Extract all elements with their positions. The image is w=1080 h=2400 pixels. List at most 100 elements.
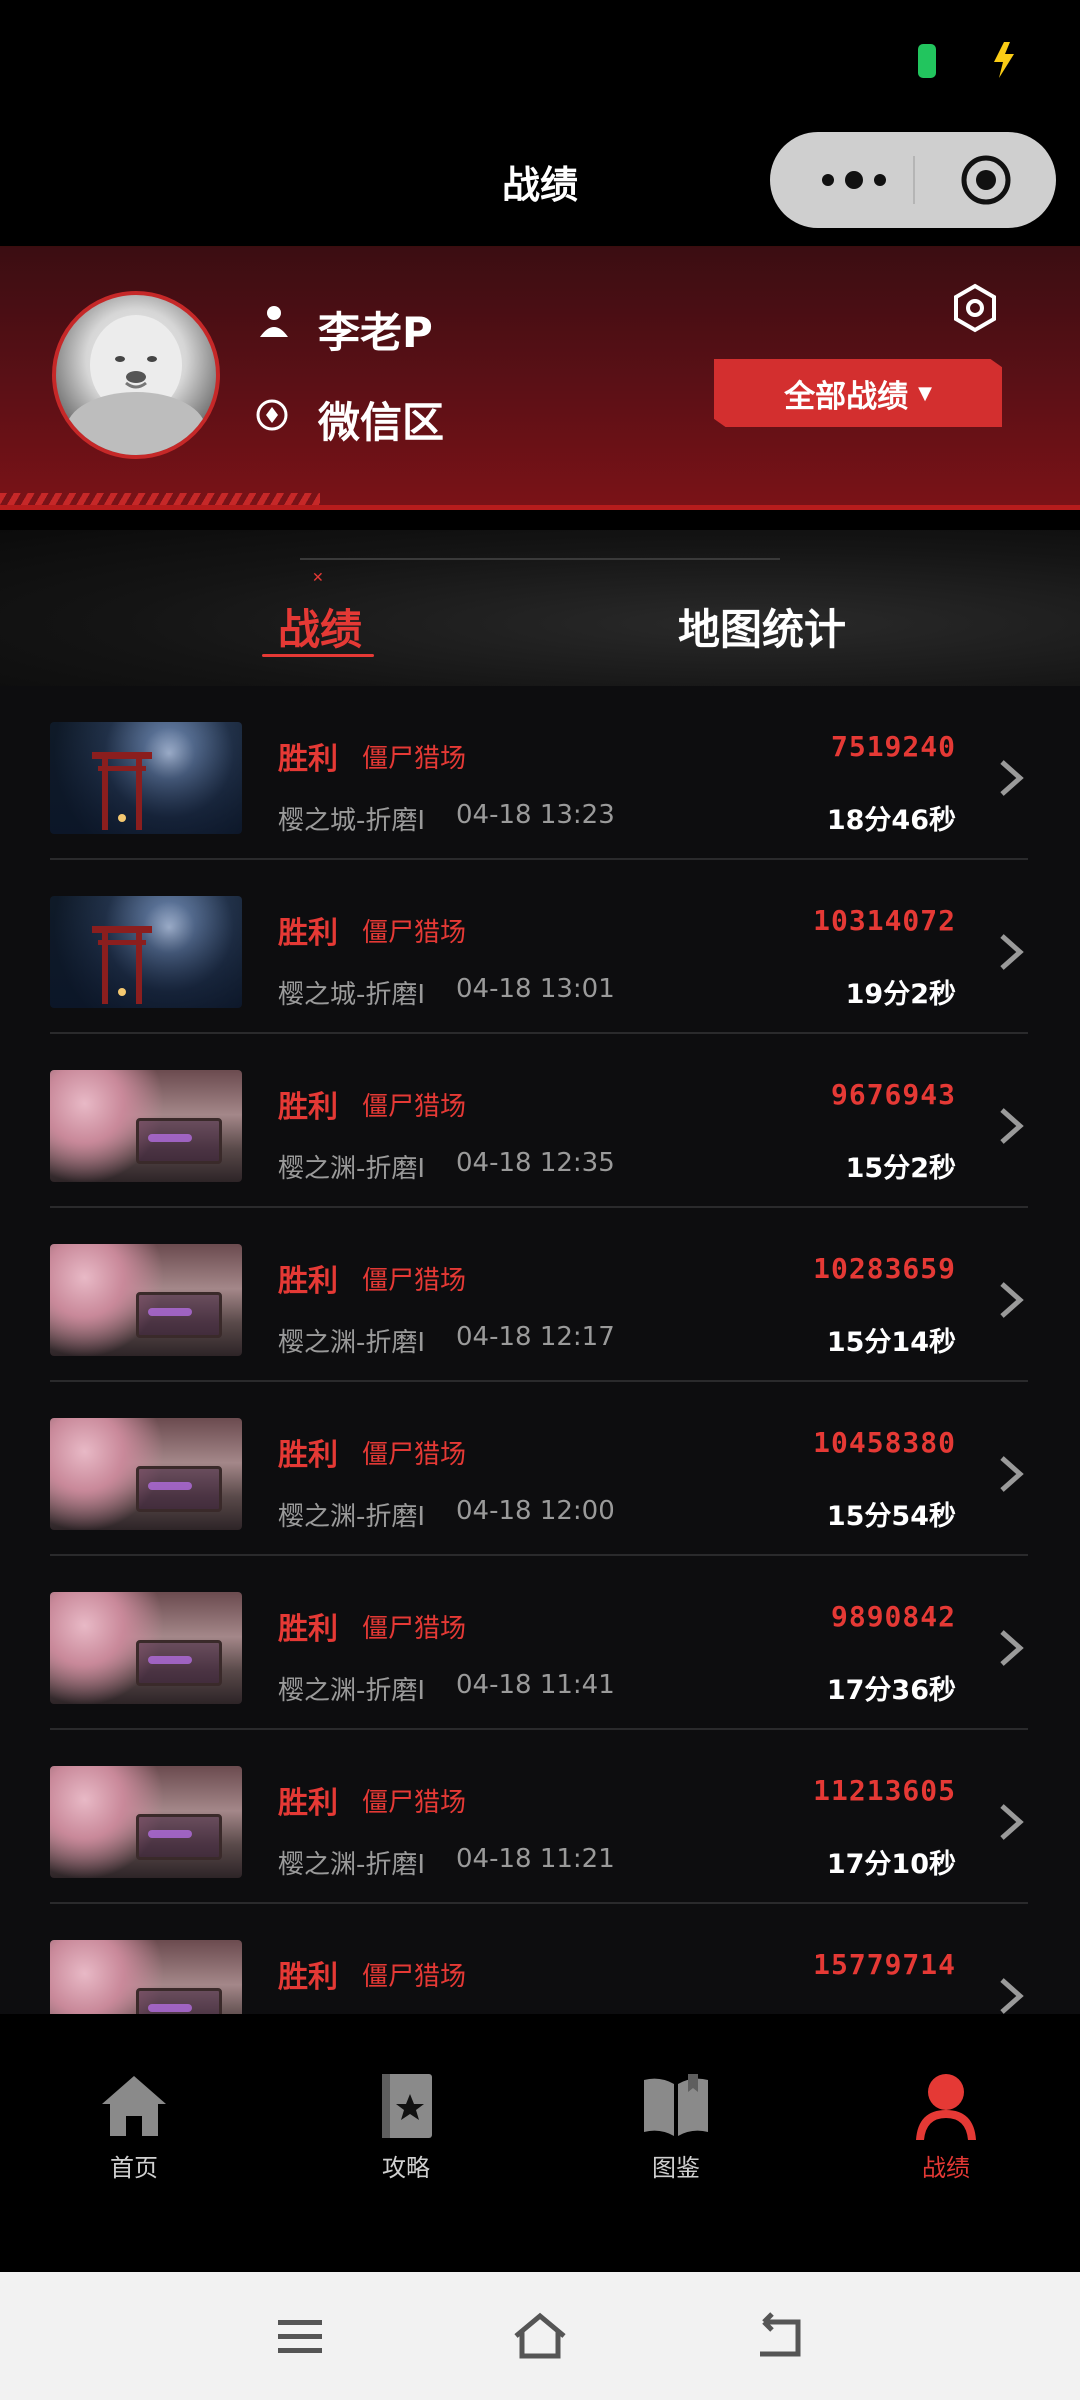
user-icon — [916, 2074, 976, 2140]
decorative-stripes — [0, 493, 320, 505]
bottom-navigation: 首页 攻略 图鉴 战绩 — [0, 2014, 1080, 2272]
chevron-right-icon[interactable] — [996, 1976, 1026, 2014]
record-item[interactable]: 胜利 僵尸猎场 樱之城-折磨I 04-18 13:01 10314072 19分2秒 — [0, 860, 1080, 1034]
map-thumbnail — [50, 1592, 242, 1704]
profile-panel: 李老P 微信区 全部战绩 ▼ — [0, 247, 1080, 510]
map-thumbnail — [50, 1418, 242, 1530]
game-mode: 僵尸猎场 — [362, 1962, 467, 1992]
map-name: 樱之渊-折磨I — [278, 1328, 426, 1358]
nav-guide-label: 攻略 — [382, 2154, 430, 2182]
record-item[interactable]: 胜利 僵尸猎场 樱之渊-折磨I 04-18 12:17 10283659 15分14秒 — [0, 1208, 1080, 1382]
match-result: 胜利 — [278, 1090, 338, 1125]
chevron-right-icon[interactable] — [996, 1454, 1026, 1494]
home-system-icon[interactable] — [510, 2308, 570, 2364]
record-item[interactable]: 胜利 僵尸猎场 樱之渊-折磨I 04-18 12:00 10458380 15分54秒 — [0, 1382, 1080, 1556]
game-mode: 僵尸猎场 — [362, 1614, 467, 1644]
match-result: 胜利 — [278, 1960, 338, 1995]
game-mode: 僵尸猎场 — [362, 1266, 467, 1296]
open-book-icon — [644, 2074, 708, 2136]
more-dots-icon[interactable] — [814, 168, 894, 192]
match-duration: 15分2秒 — [845, 1153, 956, 1184]
torii-gate-image — [92, 752, 152, 830]
chevron-right-icon[interactable] — [996, 1802, 1026, 1842]
match-score: 7519240 — [830, 730, 956, 763]
match-duration: 15分54秒 — [826, 1501, 956, 1532]
record-item[interactable]: 胜利 僵尸猎场樱之城-折磨I 04-18 13:23 7519240 18分46秒 — [0, 686, 1080, 860]
avatar[interactable] — [52, 291, 220, 459]
nav-home[interactable]: 首页 — [44, 2070, 224, 2183]
match-duration: 19分2秒 — [845, 979, 956, 1010]
nav-records-label: 战绩 — [922, 2154, 970, 2182]
nav-codex[interactable]: 图鉴 — [586, 2070, 766, 2183]
tab-spark-icon: ✕ — [312, 570, 324, 586]
nav-records[interactable]: 战绩 — [856, 2070, 1036, 2183]
record-item[interactable]: 胜利 僵尸猎场 樱之渊-折磨I 04-18 11:21 11213605 17分10秒 — [0, 1730, 1080, 1904]
map-thumbnail — [50, 1766, 242, 1878]
match-duration: 17分36秒 — [826, 1675, 956, 1706]
all-records-label: 全部战绩 — [784, 378, 909, 415]
player-name: 李老P — [318, 308, 433, 357]
map-thumbnail — [50, 1940, 242, 2014]
game-mode: 僵尸猎场 — [362, 1092, 467, 1122]
tab-bar: ✕ 战绩 地图统计 — [0, 530, 1080, 686]
battery-icon — [918, 44, 936, 78]
match-score: 15779714 — [813, 1948, 956, 1981]
match-time: 04-18 12:00 — [456, 1496, 615, 1526]
game-mode: 僵尸猎场 — [362, 918, 467, 948]
record-item[interactable]: 胜利 僵尸猎场 15779714 — [0, 1904, 1080, 2014]
gate-glow — [148, 2004, 192, 2012]
nav-codex-label: 图鉴 — [652, 2154, 700, 2182]
match-time: 04-18 11:21 — [456, 1844, 615, 1874]
game-mode: 僵尸猎场 — [362, 744, 467, 774]
chevron-right-icon[interactable] — [996, 1280, 1026, 1320]
map-name: 樱之渊-折磨I — [278, 1154, 426, 1184]
chevron-right-icon[interactable] — [996, 932, 1026, 972]
match-score: 10458380 — [813, 1426, 956, 1459]
map-name: 樱之城-折磨I — [278, 806, 426, 836]
map-thumbnail — [50, 1244, 242, 1356]
map-thumbnail — [50, 722, 242, 834]
close-target-icon[interactable] — [958, 152, 1014, 208]
caret-down-icon: ▼ — [918, 382, 932, 404]
all-records-filter-button[interactable]: 全部战绩 ▼ — [714, 359, 1002, 427]
match-result: 胜利 — [278, 1612, 338, 1647]
user-icon — [260, 306, 288, 337]
tab-decor-line — [300, 558, 780, 560]
gate-glow — [148, 1134, 192, 1142]
home-icon — [102, 2076, 166, 2136]
match-score: 9676943 — [830, 1078, 956, 1111]
record-item[interactable]: 胜利 僵尸猎场 樱之渊-折磨I 04-18 11:41 9890842 17分36秒 — [0, 1556, 1080, 1730]
match-duration: 17分10秒 — [826, 1849, 956, 1880]
match-result: 胜利 — [278, 742, 338, 777]
match-score: 11213605 — [813, 1774, 956, 1807]
nav-guide[interactable]: 攻略 — [316, 2070, 496, 2183]
match-time: 04-18 13:01 — [456, 974, 615, 1004]
match-score: 10314072 — [813, 904, 956, 937]
map-thumbnail — [50, 896, 242, 1008]
match-score: 9890842 — [830, 1600, 956, 1633]
match-time: 04-18 12:35 — [456, 1148, 615, 1178]
match-result: 胜利 — [278, 1786, 338, 1821]
tab-records[interactable]: 战绩 — [278, 596, 362, 657]
match-time: 04-18 13:23 — [456, 800, 615, 830]
chevron-right-icon[interactable] — [996, 758, 1026, 798]
map-name: 樱之渊-折磨I — [278, 1850, 426, 1880]
chevron-right-icon[interactable] — [996, 1628, 1026, 1668]
map-thumbnail — [50, 1070, 242, 1182]
back-icon[interactable] — [750, 2308, 810, 2364]
menu-icon[interactable] — [270, 2308, 330, 2364]
match-result: 胜利 — [278, 1264, 338, 1299]
guide-book-icon — [382, 2074, 432, 2138]
system-navigation-bar — [0, 2272, 1080, 2400]
match-duration: 18分46秒 — [826, 805, 956, 836]
active-tab-indicator — [262, 654, 374, 657]
status-bar — [0, 0, 1080, 120]
tab-map-stats[interactable]: 地图统计 — [678, 596, 846, 657]
white-lion-avatar-image — [66, 315, 206, 455]
match-time: 04-18 11:41 — [456, 1670, 615, 1700]
settings-hex-icon[interactable] — [952, 283, 998, 333]
record-list[interactable]: 胜利 僵尸猎场 樱之城-折磨I 04-18 13:23 7519240 18分46秒 胜利僵… — [0, 686, 1080, 2014]
gate-glow — [148, 1830, 192, 1838]
record-item[interactable]: 胜利 僵尸猎场樱之渊-折磨I 04-18 12:35 9676943 15分2秒 — [0, 1034, 1080, 1208]
chevron-right-icon[interactable] — [996, 1106, 1026, 1146]
